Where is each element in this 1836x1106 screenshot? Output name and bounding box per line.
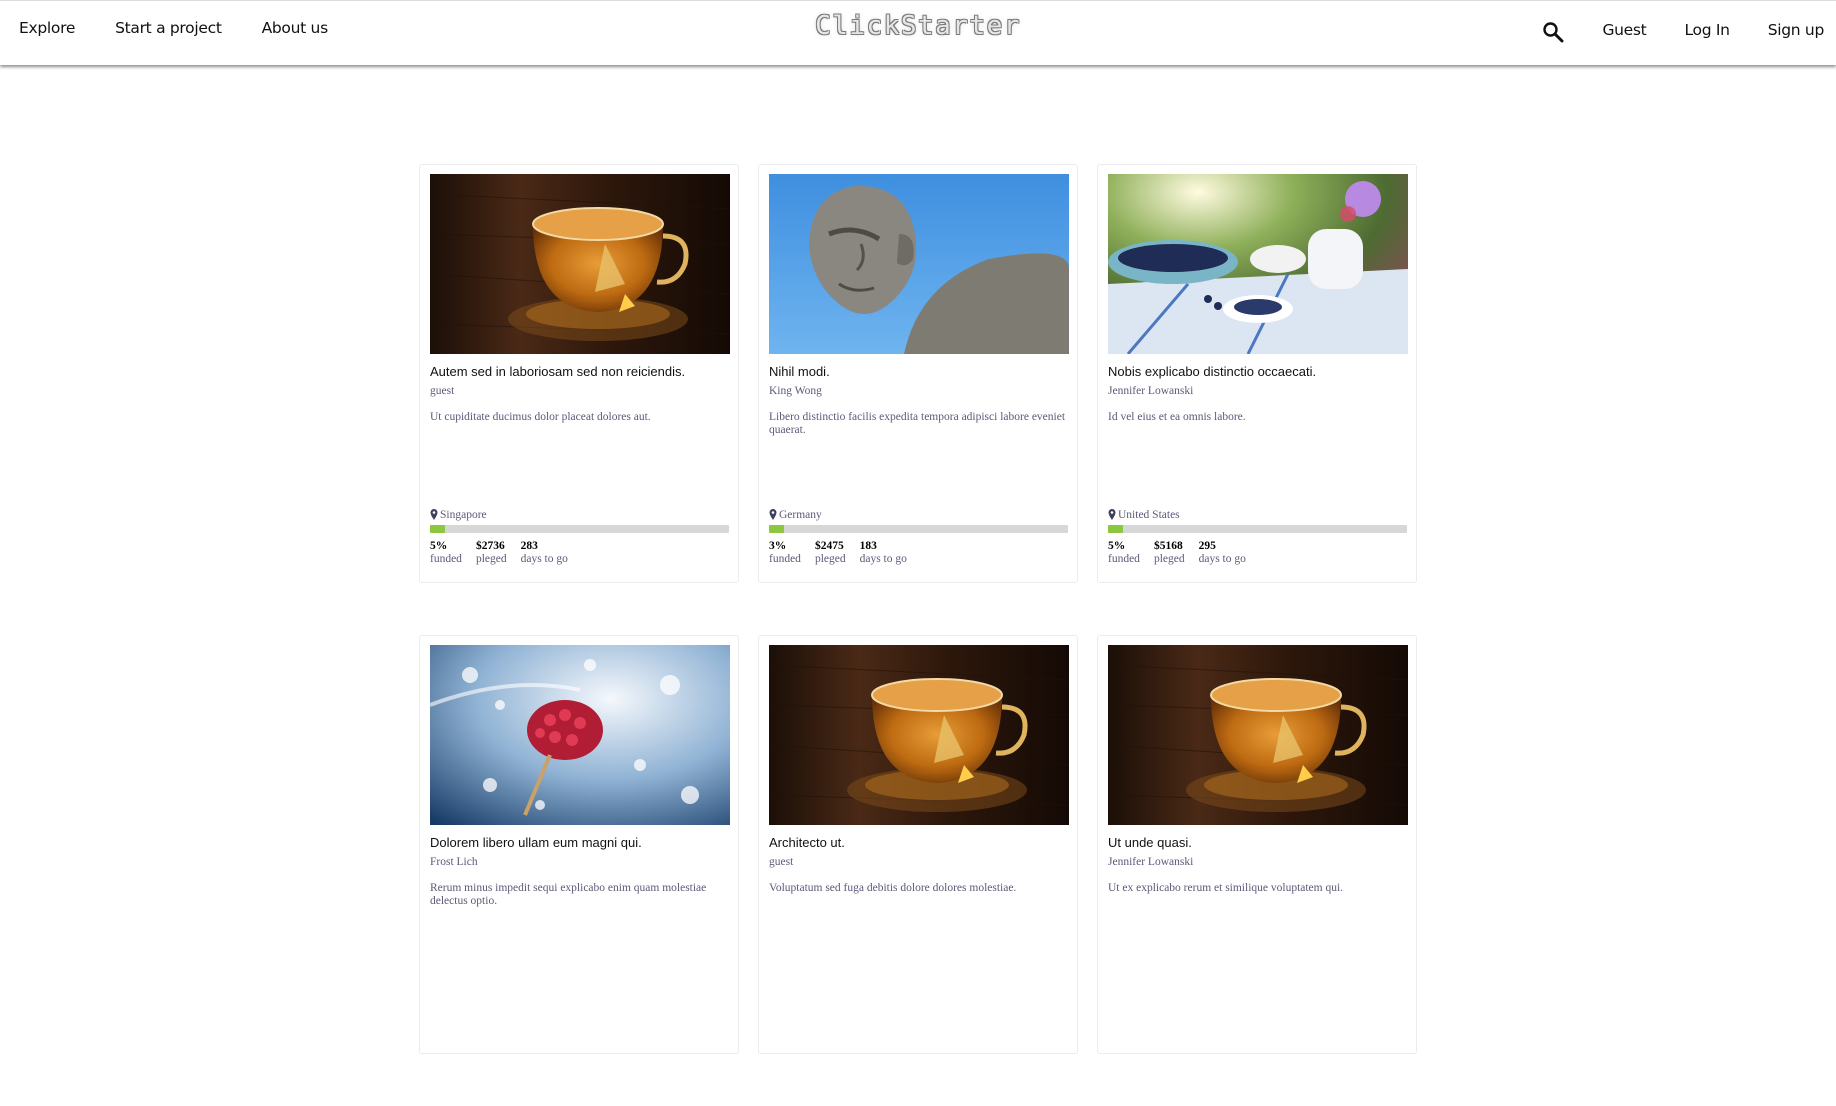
project-row: Autem sed in laboriosam sed non reiciend…	[419, 164, 1419, 583]
project-location-text: United States	[1118, 509, 1180, 521]
funding-progress-fill	[769, 525, 784, 533]
funded-value: 5%	[1108, 540, 1126, 552]
project-author[interactable]: Frost Lich	[430, 856, 729, 868]
project-row: Dolorem libero ullam eum magni qui. Fros…	[419, 635, 1419, 1054]
days-to-go-stat: 183 days to go	[860, 540, 907, 566]
pledged-stat: $2736 pleged	[476, 540, 507, 566]
account-nav: Guest Log In Sign up	[1542, 19, 1836, 43]
funded-label: funded	[430, 553, 462, 565]
project-title[interactable]: Autem sed in laboriosam sed non reiciend…	[430, 364, 729, 380]
project-location: Singapore	[430, 509, 729, 521]
project-blurb: Voluptatum sed fuga debitis dolore dolor…	[769, 882, 1017, 894]
project-image-tea-cup[interactable]	[1108, 645, 1408, 825]
days-to-go-stat: 295 days to go	[1199, 540, 1246, 566]
guest-user-link[interactable]: Guest	[1602, 21, 1646, 39]
days-to-go-value: 295	[1198, 540, 1216, 552]
project-location: Germany	[769, 509, 1068, 521]
funding-progress-fill	[1108, 525, 1123, 533]
project-stats: 3% funded $2475 pleged 183 days to go	[769, 540, 1068, 566]
project-card[interactable]: Dolorem libero ullam eum magni qui. Fros…	[419, 635, 739, 1054]
pledged-stat: $5168 pleged	[1154, 540, 1185, 566]
project-location-text: Singapore	[440, 509, 487, 521]
pledged-value: $5168	[1153, 540, 1183, 552]
project-blurb: Ut cupiditate ducimus dolor placeat dolo…	[430, 411, 651, 423]
project-card[interactable]: Nihil modi. King Wong Libero distinctio …	[758, 164, 1078, 583]
project-author[interactable]: guest	[769, 856, 1068, 868]
brand-logo-text[interactable]: ClickStarter	[809, 9, 1027, 43]
funding-progress-fill	[430, 525, 445, 533]
days-to-go-label: days to go	[859, 553, 907, 565]
project-location: United States	[1108, 509, 1407, 521]
funded-value: 5%	[430, 540, 448, 552]
project-image-tea-cup[interactable]	[769, 645, 1069, 825]
pledged-label: pleged	[1153, 553, 1185, 565]
project-stats: 5% funded $5168 pleged 295 days to go	[1108, 540, 1407, 566]
funding-progress-bar	[430, 525, 729, 533]
map-pin-icon	[430, 509, 438, 520]
project-stats-footer: United States 5% funded $5168 pleged 295 da…	[1108, 509, 1407, 566]
pledged-value: $2475	[814, 540, 844, 552]
project-image-blueberries[interactable]	[1108, 174, 1408, 354]
days-to-go-stat: 283 days to go	[521, 540, 568, 566]
project-card[interactable]: Autem sed in laboriosam sed non reiciend…	[419, 164, 739, 583]
project-title[interactable]: Nihil modi.	[769, 364, 1068, 380]
project-location-text: Germany	[779, 509, 822, 521]
funded-value: 3%	[769, 540, 787, 552]
top-navigation-bar: Explore Start a project About us ClickSt…	[0, 0, 1836, 65]
project-image-statue[interactable]	[769, 174, 1069, 354]
days-to-go-value: 183	[859, 540, 877, 552]
project-author[interactable]: guest	[430, 385, 729, 397]
days-to-go-label: days to go	[520, 553, 568, 565]
project-title[interactable]: Dolorem libero ullam eum magni qui.	[430, 835, 729, 851]
project-card[interactable]: Ut unde quasi. Jennifer Lowanski Ut ex e…	[1097, 635, 1417, 1054]
project-stats-footer: Germany 3% funded $2475 pleged 183 days to …	[769, 509, 1068, 566]
project-blurb: Id vel eius et ea omnis labore.	[1108, 411, 1246, 423]
project-title[interactable]: Ut unde quasi.	[1108, 835, 1407, 851]
project-grid: Autem sed in laboriosam sed non reiciend…	[419, 164, 1419, 1106]
pledged-stat: $2475 pleged	[815, 540, 846, 566]
days-to-go-label: days to go	[1198, 553, 1246, 565]
pledged-value: $2736	[475, 540, 505, 552]
project-blurb: Rerum minus impedit sequi explicabo enim…	[430, 882, 707, 907]
project-blurb: Libero distinctio facilis expedita tempo…	[769, 411, 1066, 436]
funded-stat: 3% funded	[769, 540, 801, 566]
days-to-go-value: 283	[520, 540, 538, 552]
pledged-label: pleged	[475, 553, 507, 565]
project-author[interactable]: King Wong	[769, 385, 1068, 397]
map-pin-icon	[1108, 509, 1116, 520]
project-author[interactable]: Jennifer Lowanski	[1108, 856, 1407, 868]
search-icon[interactable]	[1542, 21, 1564, 43]
project-stats-footer: Singapore 5% funded $2736 pleged 283 days t…	[430, 509, 729, 566]
signup-link[interactable]: Sign up	[1768, 21, 1825, 39]
funded-label: funded	[1108, 553, 1140, 565]
project-image-tea-cup[interactable]	[430, 174, 730, 354]
pledged-label: pleged	[814, 553, 846, 565]
funded-label: funded	[769, 553, 801, 565]
project-author[interactable]: Jennifer Lowanski	[1108, 385, 1407, 397]
project-card[interactable]: Nobis explicabo distinctio occaecati. Je…	[1097, 164, 1417, 583]
project-card[interactable]: Architecto ut. guest Voluptatum sed fuga…	[758, 635, 1078, 1054]
funded-stat: 5% funded	[430, 540, 462, 566]
funding-progress-bar	[1108, 525, 1407, 533]
login-link[interactable]: Log In	[1684, 21, 1730, 39]
funded-stat: 5% funded	[1108, 540, 1140, 566]
project-title[interactable]: Architecto ut.	[769, 835, 1068, 851]
project-title[interactable]: Nobis explicabo distinctio occaecati.	[1108, 364, 1407, 380]
funding-progress-bar	[769, 525, 1068, 533]
project-blurb: Ut ex explicabo rerum et similique volup…	[1108, 882, 1344, 894]
project-image-raspberry-water[interactable]	[430, 645, 730, 825]
project-stats: 5% funded $2736 pleged 283 days to go	[430, 540, 729, 566]
map-pin-icon	[769, 509, 777, 520]
